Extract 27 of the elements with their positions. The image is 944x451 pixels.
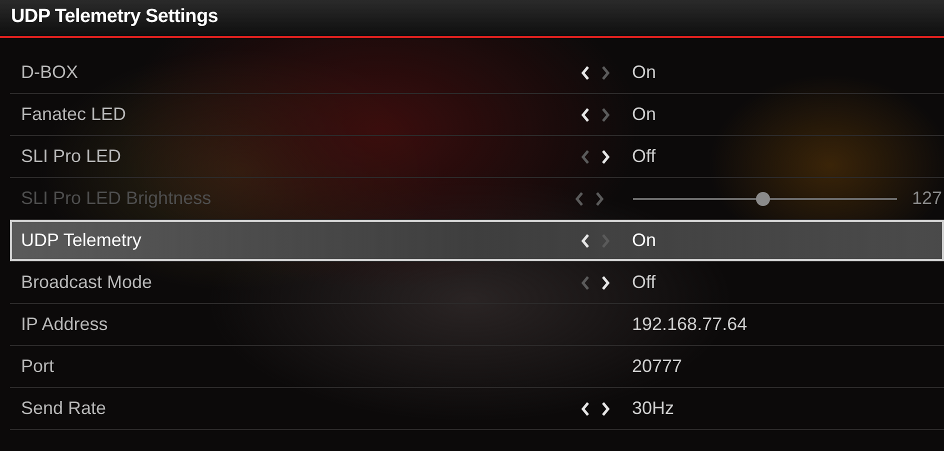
setting-label: Send Rate	[20, 398, 108, 419]
setting-value: 127	[912, 188, 942, 209]
settings-row[interactable]: Fanatec LED On	[10, 94, 944, 135]
settings-row[interactable]: Send Rate 30Hz	[10, 388, 944, 429]
setting-label: SLI Pro LED Brightness	[20, 188, 212, 209]
selected-row[interactable]: UDP Telemetry On	[10, 220, 944, 261]
setting-label: IP Address	[20, 314, 109, 335]
settings-row[interactable]: SLI Pro LED Off	[10, 136, 944, 177]
setting-value: Off	[632, 146, 656, 167]
setting-value: Off	[632, 272, 656, 293]
setting-value: On	[632, 104, 656, 125]
setting-value: 20777	[632, 356, 682, 377]
setting-label: Broadcast Mode	[20, 272, 154, 293]
setting-label: D-BOX	[20, 62, 80, 83]
setting-value: 30Hz	[632, 398, 674, 419]
setting-label: SLI Pro LED	[20, 146, 122, 167]
settings-row[interactable]: D-BOX On	[10, 52, 944, 93]
setting-label: Fanatec LED	[20, 104, 128, 125]
window-title: UDP Telemetry Settings	[10, 5, 220, 29]
settings-row[interactable]: Port 20777	[10, 346, 944, 387]
setting-label: Port	[20, 356, 56, 377]
setting-value: On	[632, 230, 656, 251]
settings-row[interactable]: Broadcast Mode Off	[10, 262, 944, 303]
setting-value: 192.168.77.64	[632, 314, 748, 335]
settings-row[interactable]: IP Address 192.168.77.64	[10, 304, 944, 345]
setting-value: On	[632, 62, 656, 83]
setting-label: UDP Telemetry	[20, 230, 142, 251]
